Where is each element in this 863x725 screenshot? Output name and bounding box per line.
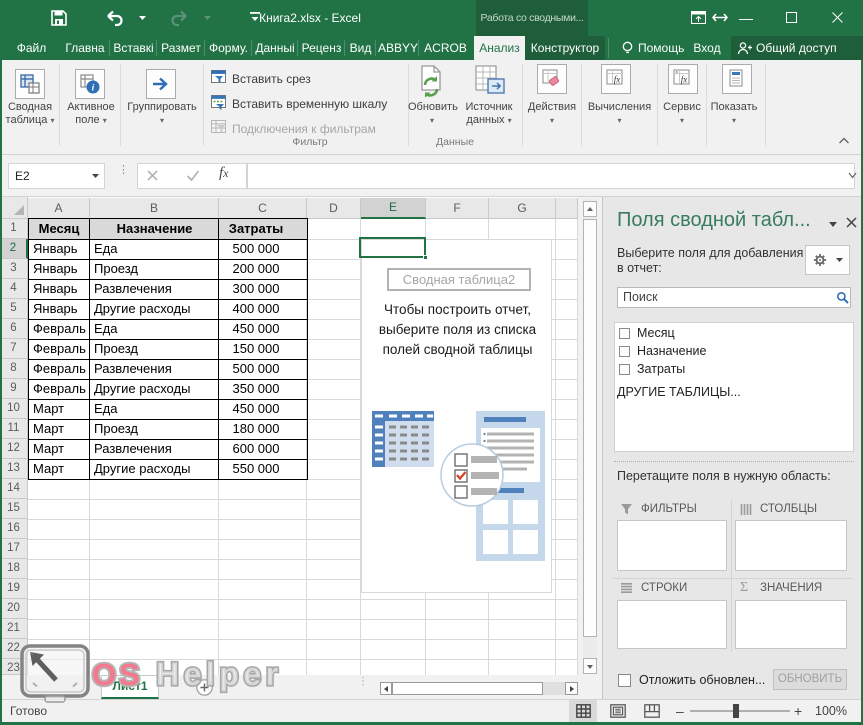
svg-text:Helper: Helper	[156, 656, 283, 692]
svg-text:OS: OS	[92, 657, 143, 692]
svg-text:i: i	[92, 84, 95, 94]
svg-text:fx: fx	[614, 75, 621, 85]
svg-text:fx: fx	[681, 75, 688, 85]
